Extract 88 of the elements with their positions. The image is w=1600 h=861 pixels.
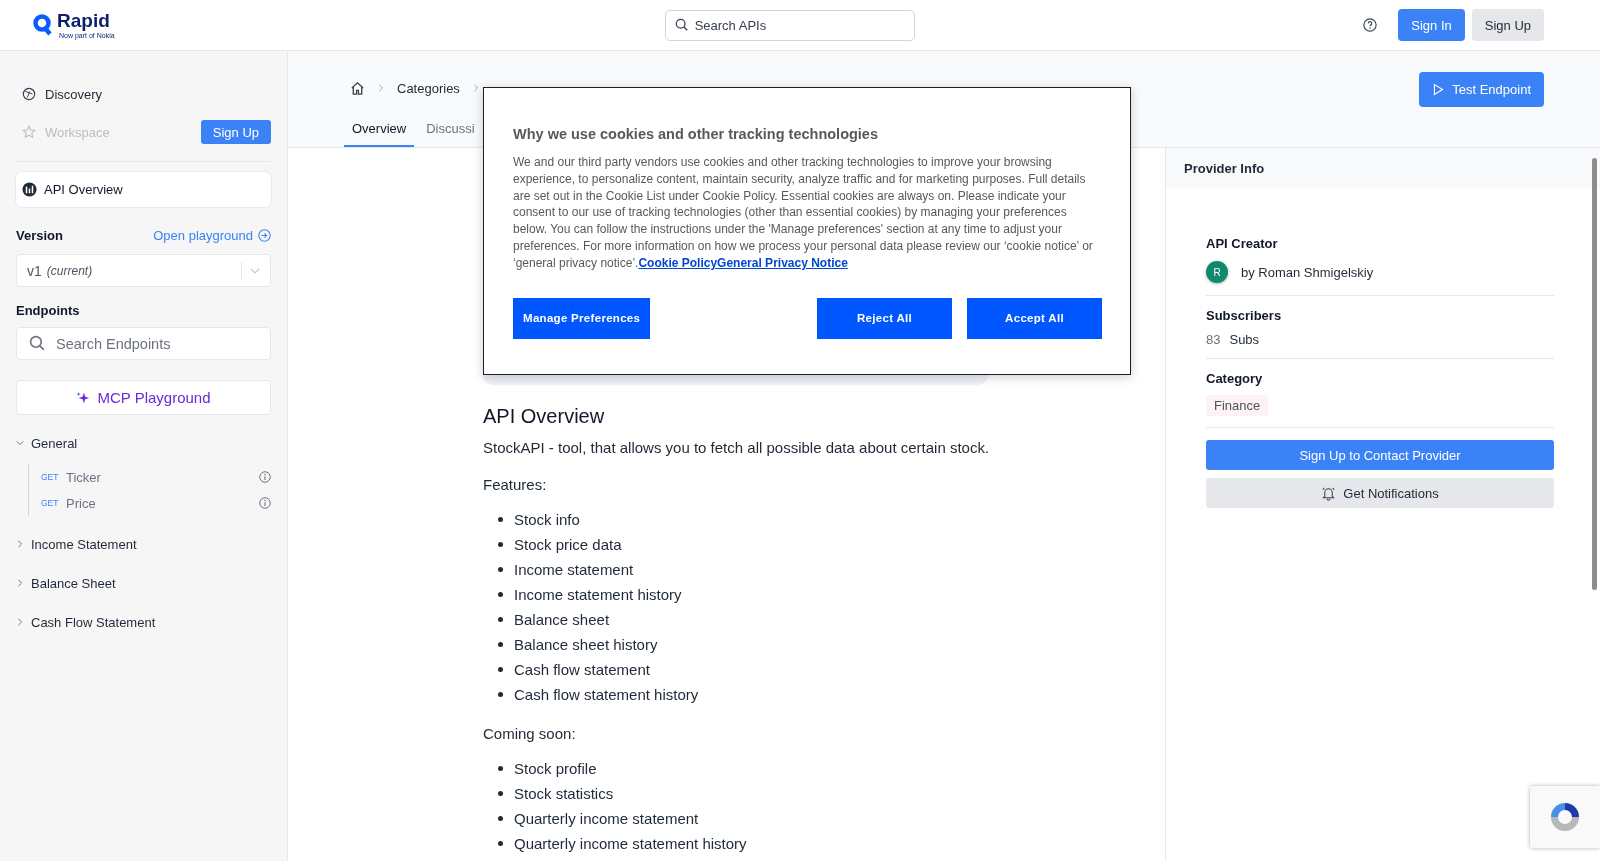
compass-icon [22,87,36,101]
endpoint-link[interactable]: Ticker [66,469,259,485]
search-field[interactable]: Search Endpoints [16,327,271,360]
arrow-circle-icon [258,229,271,242]
list-item: Stock statistics [514,785,614,802]
cookie-policy-link[interactable]: Cookie PolicyGeneral Privacy Notice [638,255,848,270]
bullet-icon [498,642,503,647]
list-item: Quarterly income statement history [514,835,747,852]
reject-all-button[interactable]: Reject All [817,297,952,339]
mcp-playground-button[interactable]: MCP Playground [16,380,271,415]
contact-provider-button[interactable]: Sign Up to Contact Provider [1206,440,1554,470]
logo-icon [33,14,53,36]
endpoint-group[interactable]: Balance Sheet [31,575,116,591]
test-endpoint-button[interactable]: Test Endpoint [1419,72,1544,107]
bullet-icon [498,617,503,622]
logo-text: Rapid [57,10,111,31]
bullet-icon [498,567,503,572]
nav-link[interactable]: Discovery [45,86,103,102]
search-field[interactable]: Search APIs [664,9,915,41]
info-icon [259,471,271,483]
manage-preferences-button[interactable]: Manage Preferences [513,297,651,339]
bullet-icon [498,692,503,697]
method-label: GET [41,472,60,482]
section-label: Category [1206,371,1264,386]
bullet-icon [498,791,503,796]
list-item: Income statement [514,561,634,578]
search-icon [29,335,46,352]
avatar: R [1206,261,1228,283]
tab[interactable]: Overview [344,112,415,147]
paragraph: StockAPI - tool, that allows you to fetch all possible data about certain stock. [483,438,991,458]
open-playground-link[interactable]: Open playground [153,228,271,243]
section-label: Subscribers [1206,308,1283,323]
list-item: Stock info [514,511,580,528]
creator-name[interactable]: by Roman Shmigelskiy [1241,264,1374,280]
info-icon [259,497,271,509]
sparkle-icon [76,390,91,405]
bullet-icon [498,667,503,672]
version-select[interactable]: v1 (current) [16,254,271,287]
tab[interactable]: Discussi [418,112,483,147]
sign-up-button[interactable]: Sign Up [1471,9,1544,41]
dialog-title: Why we use cookies and other tracking technologies [513,126,879,142]
accept-all-button[interactable]: Accept All [967,297,1102,339]
paragraph: Features: [483,475,548,495]
list-item: Cash flow statement history [514,686,699,703]
paragraph: Coming soon: [483,724,577,744]
bullet-icon [498,766,503,771]
chart-icon [22,182,37,197]
play-icon [1432,83,1446,96]
home-icon [350,80,365,96]
api-overview-item[interactable]: API Overview [16,172,271,207]
endpoint-group[interactable]: Cash Flow Statement [31,614,156,630]
bullet-icon [498,542,503,547]
paragraph: We and our third party vendors use cookies and other tracking technologies to improve your browsing experience, to personalize content, maintain security, analyze traffic and for marketing purposes. Full details are set out in the Cookie List under Cookie Policy. Essential cookies are always on. Please indicate your consent to our use of tracking technologies (other than essential cookies) by managing your preferences below. You can follow the instructions under the 'Manage preferences' section at any time to adjust your preferences. For more information on how we process your personal data please review our ‘cookie notice’ or ‘general privacy notice’.Cookie PolicyGeneral Privacy Notice [513,154,1094,272]
chevron-right-icon [377,84,385,92]
chevron-right-icon [471,84,480,92]
captcha-badge[interactable] [1530,786,1600,848]
list-item: Cash flow statement [514,661,650,678]
breadcrumb-link[interactable]: Categories [397,80,460,96]
help-icon [1363,18,1378,32]
notifications-button[interactable]: Get Notifications [1206,478,1554,508]
section-heading: API Overview [483,405,606,428]
sign-in-button[interactable]: Sign In [1398,9,1465,41]
endpoint-group[interactable]: General [31,435,78,451]
list-item: Balance sheet [514,611,610,628]
bell-icon [1321,485,1337,501]
list-item: Income statement history [514,586,682,603]
bullet-icon [498,592,503,597]
subscriber-count: 83 [1206,332,1221,347]
panel-title: Provider Info [1166,148,1600,188]
list-item: Quarterly income statement [514,810,699,827]
category-tag[interactable]: Finance [1206,395,1269,416]
list-item: Balance sheet history [514,636,658,653]
scrollbar[interactable] [1592,158,1597,590]
section-label: API Creator [1206,236,1279,251]
bullet-icon [498,816,503,821]
search-icon [674,18,689,32]
endpoint-group[interactable]: Income Statement [31,536,137,552]
bullet-icon [498,841,503,846]
star-icon [22,125,36,139]
list-item: Stock profile [514,760,597,777]
bullet-icon [498,517,503,522]
subscriber-unit: Subs [1229,332,1260,347]
endpoint-link[interactable]: Price [66,495,259,511]
sign-up-button[interactable]: Sign Up [200,120,271,144]
section-label: Version [16,228,63,243]
list-item: Stock price data [514,536,622,553]
method-label: GET [41,498,60,508]
section-label: Endpoints [16,303,81,318]
